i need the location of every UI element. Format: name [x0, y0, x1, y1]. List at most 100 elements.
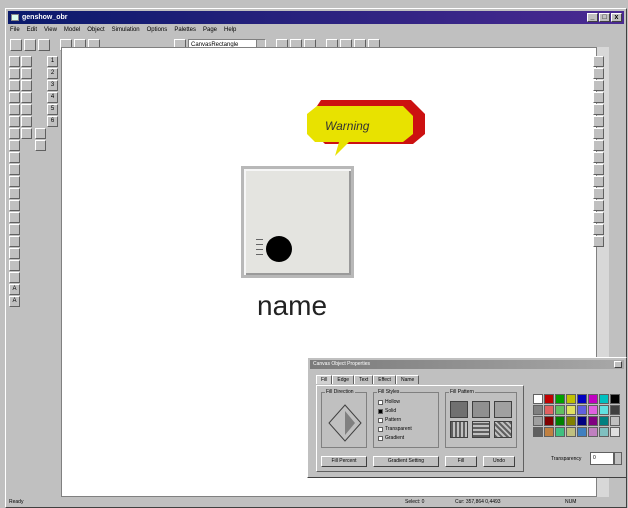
tab-text[interactable]: Text: [354, 375, 374, 384]
style-gradient-option[interactable]: Gradient: [378, 435, 404, 441]
flip-icon[interactable]: [593, 236, 604, 247]
menu-page[interactable]: Page: [203, 25, 217, 36]
curve-tool-icon[interactable]: [9, 272, 20, 283]
fill-percent-button[interactable]: Fill Percent: [321, 456, 367, 467]
transparency-spinner[interactable]: [614, 452, 622, 465]
knob-tool-icon[interactable]: [9, 152, 20, 163]
menu-object[interactable]: Object: [87, 25, 104, 36]
color-swatch[interactable]: [566, 416, 576, 426]
color-swatch[interactable]: [610, 405, 620, 415]
color-swatch[interactable]: [555, 427, 565, 437]
title-bar[interactable]: genshow_obr _ □ x: [8, 11, 624, 24]
fill-direction-icon[interactable]: [325, 401, 365, 445]
style-hollow-option[interactable]: Hollow: [378, 399, 400, 405]
align-bottom-icon[interactable]: [593, 116, 604, 127]
style-solid-option[interactable]: Solid: [378, 408, 396, 414]
led-indicator-object[interactable]: [241, 166, 354, 278]
minimize-button[interactable]: _: [587, 13, 598, 22]
cross-tool-icon[interactable]: [21, 68, 32, 79]
menu-file[interactable]: File: [10, 25, 20, 36]
same-width-icon[interactable]: [593, 152, 604, 163]
group-tool-icon[interactable]: [9, 212, 20, 223]
meter-tool-icon[interactable]: [9, 116, 20, 127]
page-6-button[interactable]: 6: [47, 116, 58, 127]
pattern-solid-mid[interactable]: [472, 401, 490, 418]
warning-callout[interactable]: Warning: [305, 98, 427, 160]
color-swatch[interactable]: [577, 416, 587, 426]
pattern-horizontal[interactable]: [472, 421, 490, 438]
color-swatch[interactable]: [533, 405, 543, 415]
dialog-close-icon[interactable]: [614, 361, 622, 368]
ellipse-tool-icon[interactable]: [21, 80, 32, 91]
connector-tool-icon[interactable]: [9, 260, 20, 271]
line-tool-icon[interactable]: [9, 80, 20, 91]
space-v-icon[interactable]: [593, 140, 604, 151]
same-size-icon[interactable]: [593, 176, 604, 187]
bar-tool-icon[interactable]: [9, 176, 20, 187]
menu-palettes[interactable]: Palettes: [174, 25, 196, 36]
pattern-dots[interactable]: [494, 401, 512, 418]
switch-tool-icon[interactable]: [9, 140, 20, 151]
button-tool-icon[interactable]: [21, 128, 32, 139]
menu-view[interactable]: View: [44, 25, 57, 36]
save-icon[interactable]: [38, 38, 50, 51]
menu-options[interactable]: Options: [147, 25, 168, 36]
new-icon[interactable]: [10, 38, 22, 51]
align-right-icon[interactable]: [593, 80, 604, 91]
page-5-button[interactable]: 5: [47, 104, 58, 115]
pattern-diagonal[interactable]: [494, 421, 512, 438]
page-3-button[interactable]: 3: [47, 80, 58, 91]
slider-tool-icon[interactable]: [21, 116, 32, 127]
color-swatch[interactable]: [599, 405, 609, 415]
gradient-setting-button[interactable]: Gradient Setting: [373, 456, 439, 467]
dialog-title-bar[interactable]: Canvas Object Properties: [310, 360, 624, 369]
color-swatch[interactable]: [599, 416, 609, 426]
ungroup-icon[interactable]: [593, 224, 604, 235]
bitmap-tool-icon[interactable]: [9, 200, 20, 211]
menu-model[interactable]: Model: [64, 25, 80, 36]
color-swatch[interactable]: [588, 416, 598, 426]
back-icon[interactable]: [593, 200, 604, 211]
color-swatch[interactable]: [544, 416, 554, 426]
select-arrow-icon[interactable]: [9, 56, 20, 67]
align-left-icon[interactable]: [593, 56, 604, 67]
color-swatch[interactable]: [555, 416, 565, 426]
group-icon[interactable]: [593, 212, 604, 223]
transparency-input[interactable]: 0: [590, 452, 614, 465]
color-swatch[interactable]: [555, 394, 565, 404]
color-swatch[interactable]: [566, 394, 576, 404]
align-middle-icon[interactable]: [593, 104, 604, 115]
align-top-icon[interactable]: [593, 92, 604, 103]
fill-button[interactable]: Fill: [445, 456, 477, 467]
tag-tool-icon[interactable]: [35, 128, 46, 139]
page-2-button[interactable]: 2: [47, 68, 58, 79]
color-swatch[interactable]: [533, 427, 543, 437]
color-swatch[interactable]: [566, 405, 576, 415]
color-swatch[interactable]: [610, 427, 620, 437]
color-swatch[interactable]: [588, 427, 598, 437]
space-h-icon[interactable]: [593, 128, 604, 139]
color-swatch[interactable]: [599, 427, 609, 437]
color-swatch[interactable]: [566, 427, 576, 437]
color-swatch[interactable]: [555, 405, 565, 415]
menu-help[interactable]: Help: [224, 25, 236, 36]
style-transparent-option[interactable]: Transparent: [378, 426, 412, 432]
arc-tool-icon[interactable]: [21, 92, 32, 103]
bind-tool-icon[interactable]: [35, 140, 46, 151]
polygon-tool-icon[interactable]: [9, 92, 20, 103]
valve-tool-icon[interactable]: [9, 248, 20, 259]
color-swatch[interactable]: [588, 394, 598, 404]
color-swatch[interactable]: [577, 394, 587, 404]
color-swatch[interactable]: [577, 405, 587, 415]
color-swatch[interactable]: [544, 405, 554, 415]
page-1-button[interactable]: 1: [47, 56, 58, 67]
menu-edit[interactable]: Edit: [27, 25, 37, 36]
tab-name[interactable]: Name: [395, 375, 420, 384]
menu-simulation[interactable]: Simulation: [112, 25, 140, 36]
object-name-label[interactable]: name: [257, 290, 327, 322]
trend-tool-icon[interactable]: [9, 164, 20, 175]
pipe-tool-icon[interactable]: [9, 236, 20, 247]
tank-tool-icon[interactable]: [9, 224, 20, 235]
color-swatch[interactable]: [610, 394, 620, 404]
page-4-button[interactable]: 4: [47, 92, 58, 103]
